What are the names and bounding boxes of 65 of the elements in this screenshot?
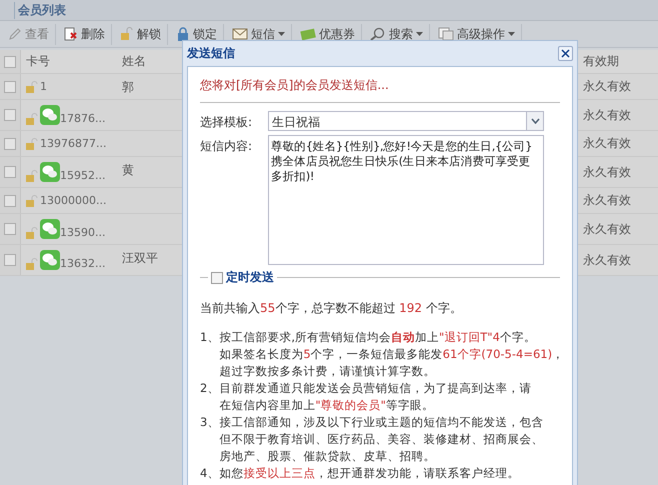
note-text: 按工信部要求,所有营销短信均会自动加上"退订回T"4个字。 如果签名长度为5个字，一条短信最多能发61个字(70-5-4=61)， 超过字数按多条计费，请谨慎计算字数。 [219, 329, 564, 380]
validity-text: 永久有效 [583, 108, 631, 122]
unlocked-padlock-icon [26, 170, 40, 182]
row-checkbox[interactable] [4, 138, 16, 150]
column-header[interactable]: 卡号 [26, 53, 50, 70]
dialog-title: 发送短信 [187, 45, 235, 62]
card-number: 17876... [60, 112, 106, 125]
envelope-icon [232, 27, 248, 41]
card-number: 1 [40, 80, 47, 93]
column-header[interactable]: 有效期 [583, 54, 619, 68]
card-number: 15952... [60, 169, 106, 182]
close-button[interactable] [558, 46, 573, 61]
row-checkbox[interactable] [4, 223, 16, 235]
document-stack-icon [438, 27, 454, 41]
notice-text: 您将对[所有会员]的会员发送短信... [200, 73, 560, 103]
document-delete-icon [64, 27, 78, 41]
card-number: 13000000... [40, 194, 106, 207]
toolbar-button[interactable]: 删除 [58, 24, 112, 44]
unlocked-padlock-icon [26, 258, 40, 270]
note-text: 如您接受以上三点，想开通群发功能，请联系客户经理。 [219, 465, 520, 482]
pencil-icon [8, 27, 22, 41]
row-checkbox[interactable] [4, 166, 16, 178]
note-number: 1、 [200, 329, 220, 346]
row-checkbox[interactable] [4, 80, 16, 92]
chevron-down-icon [530, 118, 540, 124]
template-select[interactable]: 生日祝福 [268, 111, 544, 131]
note-number: 3、 [200, 414, 220, 431]
search-icon [370, 27, 386, 41]
unlocked-padlock-icon [26, 81, 40, 93]
validity-text: 永久有效 [583, 222, 631, 236]
row-checkbox[interactable] [4, 254, 16, 266]
column-header[interactable]: 姓名 [122, 54, 146, 68]
note-text: 目前群发通道只能发送会员营销短信，为了提高到达率，请 在短信内容里加上"尊敬的会员"等字眼。 [219, 380, 532, 414]
validity-text: 永久有效 [583, 136, 631, 150]
sms-content-field[interactable]: 尊敬的{姓名}{性别},您好!今天是您的生日,{公司}携全体店员祝您生日快乐(生日来本店消费可享受更多折扣)! [268, 135, 544, 265]
validity-text: 永久有效 [583, 164, 631, 178]
note-number: 4、 [200, 465, 220, 482]
card-number: 13976877... [40, 137, 106, 150]
validity-text: 永久有效 [583, 193, 631, 207]
note-text: 接工信部通知，涉及以下行业或主题的短信均不能发送，包含 但不限于教育培训、医疗药品、美容、装修建材、招商展会、 房地产、股票、催款贷款、皮草、招聘。 [219, 414, 544, 465]
member-name: 郭 [122, 80, 134, 94]
unlocked-padlock-icon [26, 227, 40, 239]
template-label: 选择模板: [200, 114, 254, 131]
member-name: 汪双平 [122, 251, 158, 265]
validity-text: 永久有效 [583, 252, 631, 266]
toolbar-button[interactable]: 解锁 [114, 24, 168, 44]
content-label: 短信内容: [200, 138, 254, 155]
member-name: 黄 [122, 163, 134, 177]
character-count-text: 当前共输入55个字，总字数不能超过 192 个字。 [200, 300, 463, 317]
row-checkbox[interactable] [4, 109, 16, 121]
note-number: 2、 [200, 380, 220, 397]
card-number: 13590... [60, 226, 106, 239]
card-number: 13632... [60, 257, 106, 270]
panel-title: 会员列表 [14, 2, 66, 18]
row-checkbox[interactable] [4, 194, 16, 206]
unlocked-padlock-icon [26, 113, 40, 125]
close-icon [561, 49, 570, 58]
select-all-checkbox[interactable] [4, 56, 16, 68]
unlocked-padlock-icon [26, 195, 40, 207]
schedule-label: 定时发送 [226, 269, 274, 286]
padlock-icon [176, 27, 190, 41]
validity-text: 永久有效 [583, 79, 631, 93]
unlocked-padlock-icon [120, 27, 134, 41]
unlocked-padlock-icon [26, 138, 40, 150]
schedule-checkbox[interactable] [211, 272, 223, 284]
